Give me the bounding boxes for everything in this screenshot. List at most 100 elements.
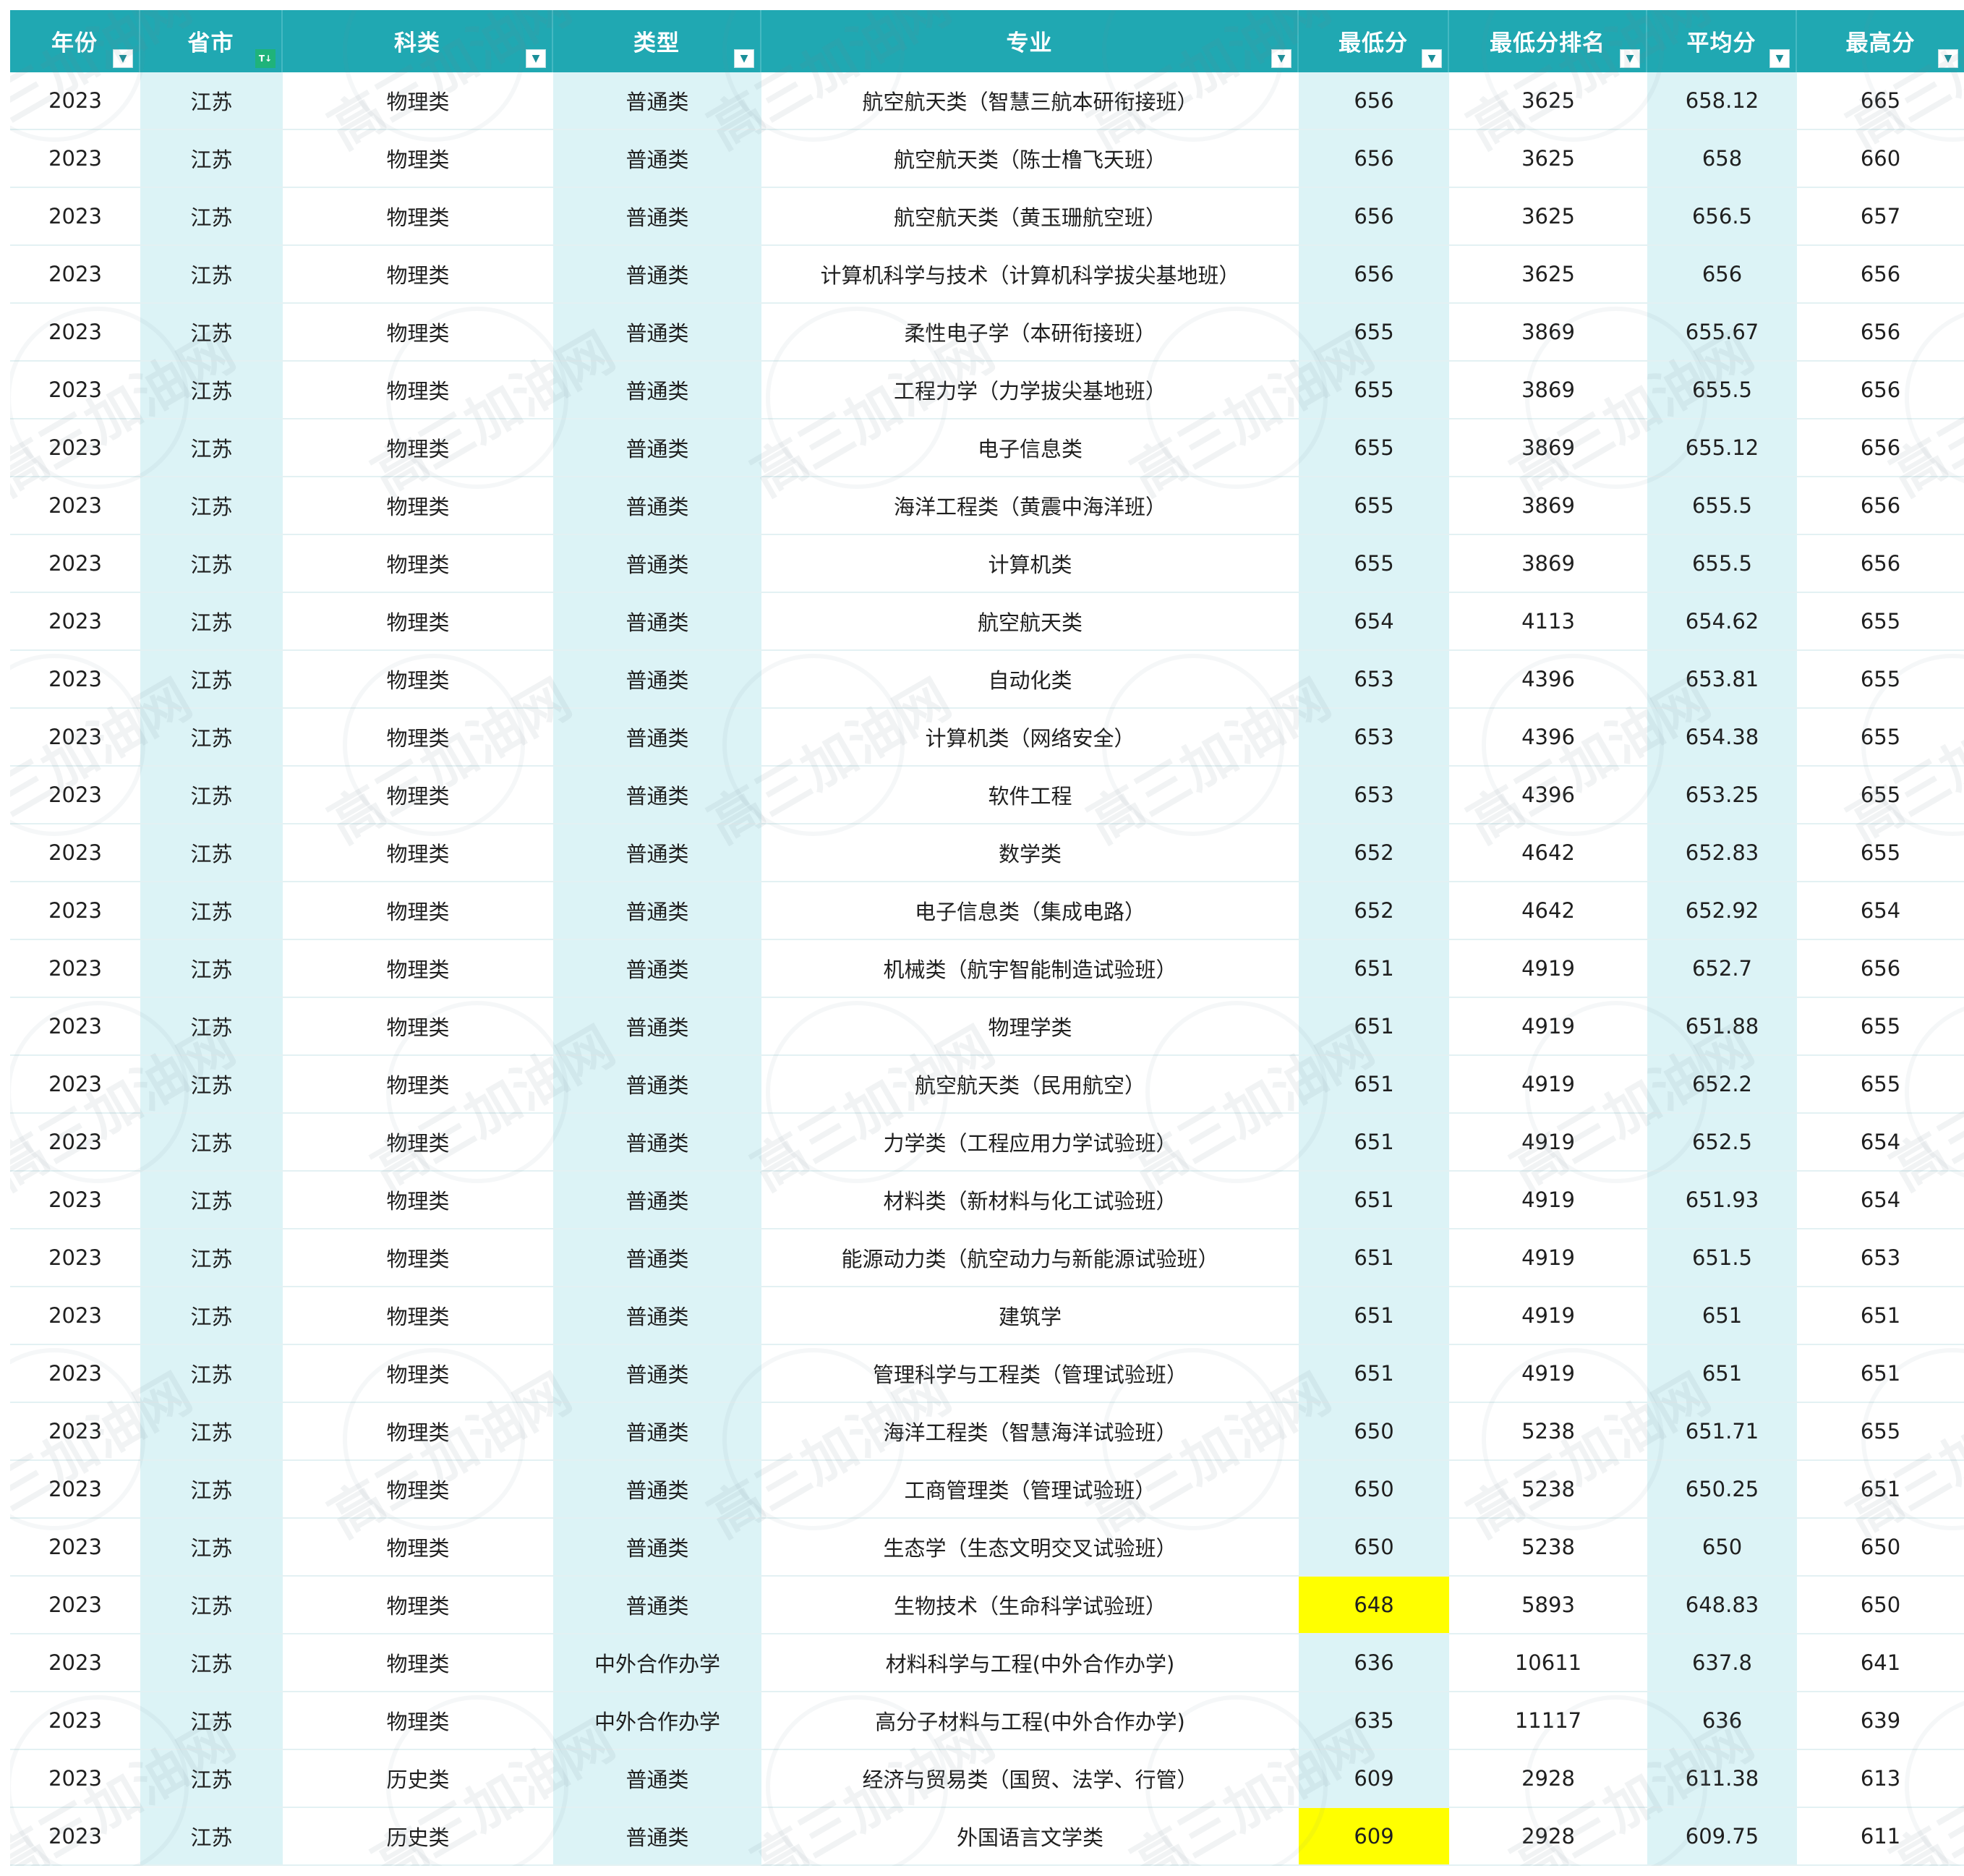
cell-subject[interactable]: 物理类 <box>283 130 553 188</box>
cell-year[interactable]: 2023 <box>10 1577 140 1634</box>
cell-min-rank[interactable]: 4919 <box>1449 1229 1647 1287</box>
cell-major[interactable]: 管理科学与工程类（管理试验班） <box>761 1345 1299 1403</box>
cell-min-rank[interactable]: 3869 <box>1449 362 1647 419</box>
cell-subject[interactable]: 物理类 <box>283 709 553 767</box>
cell-major[interactable]: 工程力学（力学拔尖基地班） <box>761 362 1299 419</box>
cell-year[interactable]: 2023 <box>10 1519 140 1577</box>
cell-max-score[interactable]: 655 <box>1797 767 1964 824</box>
cell-min-score[interactable]: 656 <box>1299 188 1449 246</box>
cell-avg-score[interactable]: 651 <box>1647 1287 1797 1345</box>
cell-avg-score[interactable]: 652.5 <box>1647 1114 1797 1172</box>
cell-type[interactable]: 普通类 <box>553 362 761 419</box>
cell-min-score[interactable]: 636 <box>1299 1634 1449 1692</box>
cell-max-score[interactable]: 651 <box>1797 1287 1964 1345</box>
cell-min-rank[interactable]: 5238 <box>1449 1461 1647 1519</box>
cell-min-rank[interactable]: 4919 <box>1449 1172 1647 1229</box>
cell-avg-score[interactable]: 655.5 <box>1647 477 1797 535</box>
cell-year[interactable]: 2023 <box>10 72 140 130</box>
cell-min-score[interactable]: 651 <box>1299 998 1449 1056</box>
cell-major[interactable]: 海洋工程类（智慧海洋试验班） <box>761 1403 1299 1461</box>
cell-type[interactable]: 普通类 <box>553 940 761 998</box>
cell-year[interactable]: 2023 <box>10 1461 140 1519</box>
cell-major[interactable]: 航空航天类（陈士橹飞天班） <box>761 130 1299 188</box>
cell-avg-score[interactable]: 652.92 <box>1647 882 1797 940</box>
cell-min-score[interactable]: 651 <box>1299 1229 1449 1287</box>
cell-major[interactable]: 物理学类 <box>761 998 1299 1056</box>
filter-dropdown-icon[interactable]: ▼ <box>526 49 546 68</box>
cell-avg-score[interactable]: 648.83 <box>1647 1577 1797 1634</box>
cell-avg-score[interactable]: 651.5 <box>1647 1229 1797 1287</box>
cell-max-score[interactable]: 655 <box>1797 651 1964 709</box>
cell-min-score[interactable]: 650 <box>1299 1403 1449 1461</box>
cell-min-score[interactable]: 651 <box>1299 940 1449 998</box>
cell-year[interactable]: 2023 <box>10 1229 140 1287</box>
cell-max-score[interactable]: 655 <box>1797 1056 1964 1114</box>
cell-min-score[interactable]: 656 <box>1299 246 1449 304</box>
cell-province[interactable]: 江苏 <box>140 1634 283 1692</box>
cell-min-rank[interactable]: 10611 <box>1449 1634 1647 1692</box>
cell-major[interactable]: 海洋工程类（黄震中海洋班） <box>761 477 1299 535</box>
cell-type[interactable]: 普通类 <box>553 477 761 535</box>
cell-type[interactable]: 普通类 <box>553 419 761 477</box>
cell-min-score[interactable]: 650 <box>1299 1461 1449 1519</box>
cell-max-score[interactable]: 653 <box>1797 1229 1964 1287</box>
cell-type[interactable]: 普通类 <box>553 1172 761 1229</box>
cell-type[interactable]: 普通类 <box>553 824 761 882</box>
cell-type[interactable]: 普通类 <box>553 1114 761 1172</box>
cell-major[interactable]: 航空航天类 <box>761 593 1299 651</box>
cell-min-rank[interactable]: 4396 <box>1449 651 1647 709</box>
cell-year[interactable]: 2023 <box>10 535 140 593</box>
cell-min-rank[interactable]: 5238 <box>1449 1519 1647 1577</box>
cell-min-score[interactable]: 635 <box>1299 1692 1449 1750</box>
cell-year[interactable]: 2023 <box>10 824 140 882</box>
cell-avg-score[interactable]: 637.8 <box>1647 1634 1797 1692</box>
cell-max-score[interactable]: 654 <box>1797 1114 1964 1172</box>
column-header-year[interactable]: 年份 ▼ <box>10 10 140 72</box>
cell-year[interactable]: 2023 <box>10 1750 140 1808</box>
column-header-major[interactable]: 专业 ▼ <box>761 10 1299 72</box>
cell-max-score[interactable]: 656 <box>1797 419 1964 477</box>
cell-province[interactable]: 江苏 <box>140 419 283 477</box>
cell-major[interactable]: 电子信息类 <box>761 419 1299 477</box>
cell-min-rank[interactable]: 4396 <box>1449 767 1647 824</box>
cell-year[interactable]: 2023 <box>10 1114 140 1172</box>
cell-province[interactable]: 江苏 <box>140 304 283 362</box>
cell-min-rank[interactable]: 3869 <box>1449 304 1647 362</box>
cell-subject[interactable]: 历史类 <box>283 1750 553 1808</box>
cell-major[interactable]: 生态学（生态文明交叉试验班） <box>761 1519 1299 1577</box>
cell-type[interactable]: 普通类 <box>553 1808 761 1866</box>
cell-major[interactable]: 机械类（航宇智能制造试验班） <box>761 940 1299 998</box>
cell-province[interactable]: 江苏 <box>140 1808 283 1866</box>
cell-subject[interactable]: 物理类 <box>283 1114 553 1172</box>
cell-min-score[interactable]: 609 <box>1299 1750 1449 1808</box>
cell-subject[interactable]: 物理类 <box>283 824 553 882</box>
cell-year[interactable]: 2023 <box>10 130 140 188</box>
cell-province[interactable]: 江苏 <box>140 1172 283 1229</box>
cell-province[interactable]: 江苏 <box>140 1287 283 1345</box>
column-header-min-rank[interactable]: 最低分排名 ▼ <box>1449 10 1647 72</box>
cell-avg-score[interactable]: 658 <box>1647 130 1797 188</box>
cell-type[interactable]: 中外合作办学 <box>553 1692 761 1750</box>
cell-major[interactable]: 航空航天类（智慧三航本研衔接班） <box>761 72 1299 130</box>
cell-avg-score[interactable]: 656.5 <box>1647 188 1797 246</box>
cell-min-rank[interactable]: 4113 <box>1449 593 1647 651</box>
cell-min-rank[interactable]: 4642 <box>1449 882 1647 940</box>
cell-major[interactable]: 计算机科学与技术（计算机科学拔尖基地班） <box>761 246 1299 304</box>
cell-min-score[interactable]: 655 <box>1299 362 1449 419</box>
cell-min-rank[interactable]: 3625 <box>1449 188 1647 246</box>
cell-subject[interactable]: 物理类 <box>283 998 553 1056</box>
cell-major[interactable]: 经济与贸易类（国贸、法学、行管） <box>761 1750 1299 1808</box>
cell-year[interactable]: 2023 <box>10 998 140 1056</box>
cell-max-score[interactable]: 655 <box>1797 709 1964 767</box>
cell-subject[interactable]: 物理类 <box>283 1345 553 1403</box>
cell-avg-score[interactable]: 651.71 <box>1647 1403 1797 1461</box>
cell-subject[interactable]: 物理类 <box>283 940 553 998</box>
cell-avg-score[interactable]: 658.12 <box>1647 72 1797 130</box>
cell-avg-score[interactable]: 655.5 <box>1647 535 1797 593</box>
cell-avg-score[interactable]: 636 <box>1647 1692 1797 1750</box>
cell-subject[interactable]: 物理类 <box>283 1519 553 1577</box>
cell-min-rank[interactable]: 5238 <box>1449 1403 1647 1461</box>
filter-dropdown-icon[interactable]: ▼ <box>1422 49 1442 68</box>
cell-major[interactable]: 材料科学与工程(中外合作办学) <box>761 1634 1299 1692</box>
cell-year[interactable]: 2023 <box>10 1345 140 1403</box>
